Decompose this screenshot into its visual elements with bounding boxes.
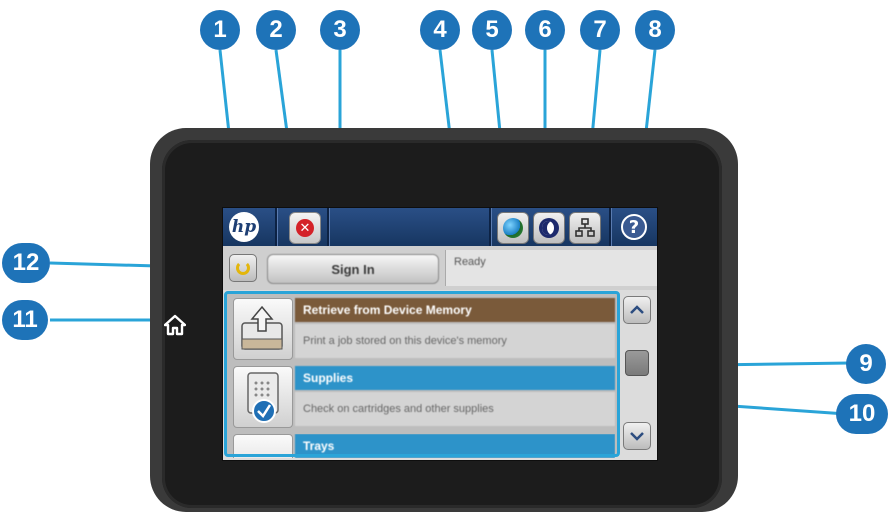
app-list-highlight — [224, 291, 620, 457]
status-row: Sign In Ready — [223, 246, 657, 290]
callout-8: 8 — [635, 10, 675, 50]
scroll-down-button[interactable] — [623, 422, 651, 450]
help-button[interactable]: ? — [619, 212, 649, 242]
scrollbar[interactable] — [621, 294, 655, 456]
callout-10: 10 — [836, 394, 888, 434]
chevron-down-icon — [630, 432, 644, 441]
callout-3: 3 — [320, 10, 360, 50]
scroll-up-button[interactable] — [623, 296, 651, 324]
callout-9: 9 — [846, 344, 886, 384]
home-icon — [164, 314, 186, 336]
language-button[interactable] — [497, 212, 529, 244]
status-text: Ready — [454, 256, 486, 268]
sleep-button[interactable] — [533, 212, 565, 244]
network-icon — [575, 218, 595, 237]
divider — [275, 208, 278, 246]
callout-1: 1 — [200, 10, 240, 50]
hp-logo[interactable]: hp — [229, 212, 259, 242]
callout-5: 5 — [472, 10, 512, 50]
divider — [489, 208, 492, 246]
cancel-icon: ✕ — [296, 219, 314, 237]
chevron-up-icon — [630, 305, 644, 314]
refresh-icon — [236, 261, 250, 275]
callout-11: 11 — [2, 300, 48, 340]
stop-cancel-button[interactable]: ✕ — [289, 212, 321, 244]
globe-icon — [503, 218, 523, 238]
help-icon: ? — [621, 214, 647, 240]
moon-icon — [539, 218, 559, 238]
device-status-area: Ready — [445, 250, 657, 286]
divider — [327, 208, 330, 246]
network-button[interactable] — [569, 212, 601, 244]
top-bar: hp ✕ ? — [223, 208, 657, 246]
scroll-thumb[interactable] — [625, 350, 649, 376]
callout-4: 4 — [420, 10, 460, 50]
callout-2: 2 — [256, 10, 296, 50]
divider — [609, 208, 612, 246]
callout-7: 7 — [580, 10, 620, 50]
reset-button[interactable] — [229, 254, 257, 282]
home-button[interactable] — [162, 312, 188, 338]
sign-in-button[interactable]: Sign In — [267, 254, 439, 284]
callout-6: 6 — [525, 10, 565, 50]
callout-12: 12 — [2, 243, 50, 283]
